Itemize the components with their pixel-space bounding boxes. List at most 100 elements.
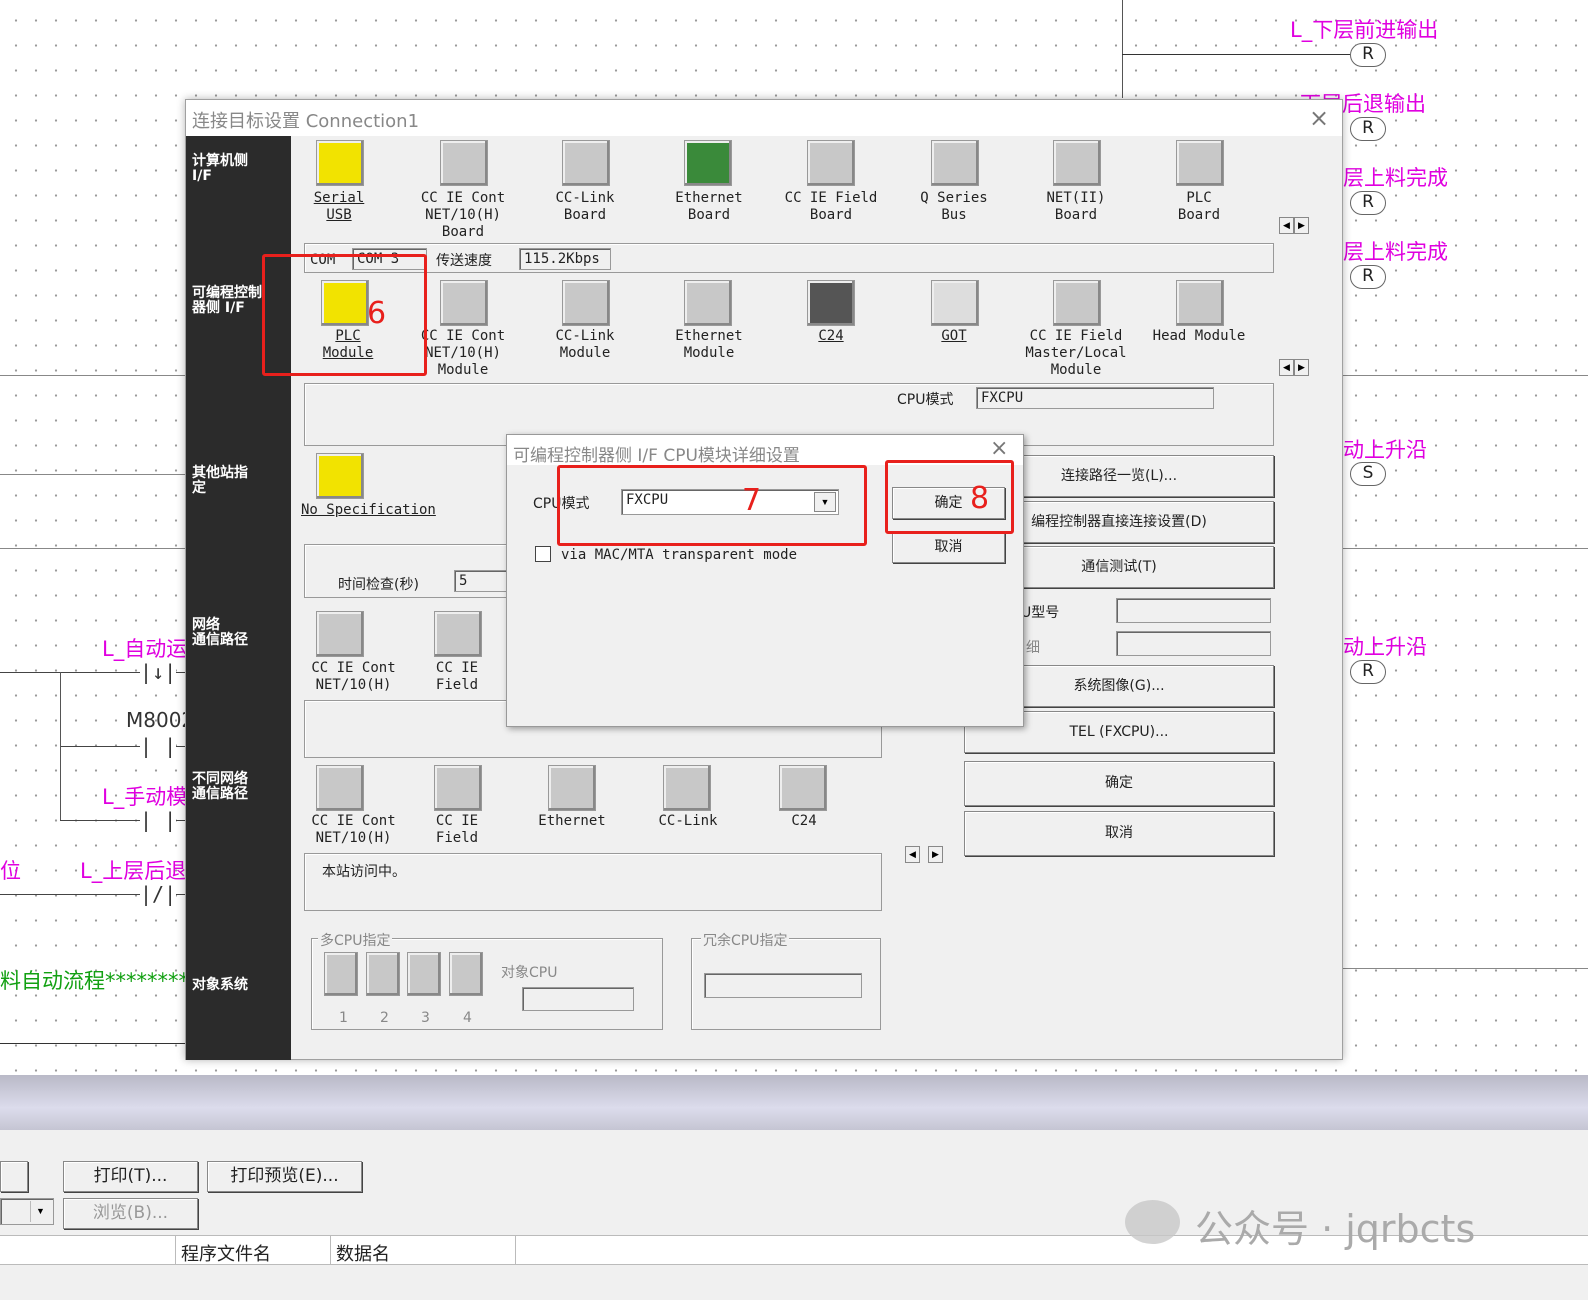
cc-link-module-icon[interactable] xyxy=(562,280,610,326)
icon-label: NET(II) Board xyxy=(1046,190,1106,223)
cc-link-board-icon[interactable] xyxy=(562,140,610,186)
icon-label: CC IE Cont NET/10(H) Board xyxy=(420,190,506,240)
scroll-right-icon[interactable]: ▶ xyxy=(1294,359,1309,376)
icon-label: Serial USB xyxy=(313,190,365,223)
cc-ie-field-diff-icon[interactable] xyxy=(434,765,482,811)
cc-ie-field-board-icon[interactable] xyxy=(807,140,855,186)
watermark: 公众号 · jqrbcts xyxy=(1195,1207,1476,1251)
cc-ie-cont-diff-icon[interactable] xyxy=(316,765,364,811)
print-button[interactable]: 打印(T)... xyxy=(63,1161,198,1192)
annotation-number: 6 xyxy=(367,296,387,331)
no-spec-icon[interactable] xyxy=(316,453,364,499)
c24-icon[interactable] xyxy=(807,280,855,326)
slot-number: 3 xyxy=(421,1010,430,1026)
cancel-button[interactable]: 取消 xyxy=(964,811,1274,856)
print-preview-button[interactable]: 打印预览(E)... xyxy=(207,1161,362,1192)
ok-button[interactable]: 确定 xyxy=(964,761,1274,806)
scroll-left-icon[interactable]: ◀ xyxy=(1279,359,1294,376)
scroll-left-icon[interactable]: ◀ xyxy=(1279,217,1294,234)
ethernet-module-icon[interactable] xyxy=(684,280,732,326)
dropdown-arrow-icon[interactable]: ▼ xyxy=(30,1201,50,1222)
scroll-right-icon[interactable]: ▶ xyxy=(1294,217,1309,234)
splitter-bar[interactable] xyxy=(0,1075,1588,1130)
detail-field xyxy=(1116,631,1271,656)
cc-link-diff-icon[interactable] xyxy=(663,765,711,811)
cpu-mode-label: CPU模式 xyxy=(897,392,954,408)
ethernet-board-icon[interactable] xyxy=(684,140,732,186)
browse-button[interactable]: 浏览(B)... xyxy=(63,1198,198,1229)
icon-label: Ethernet Module xyxy=(675,328,743,361)
cc-ie-field-module-icon[interactable] xyxy=(1053,280,1101,326)
contact-falling[interactable]: |↓| xyxy=(140,660,177,684)
contact[interactable]: | | xyxy=(140,734,177,758)
annotation-box xyxy=(557,465,867,546)
plc-board-icon[interactable] xyxy=(1176,140,1224,186)
dialog-title: 连接目标设置 Connection1 xyxy=(186,100,1342,136)
coil[interactable]: R xyxy=(1350,191,1386,215)
ladder-label: 位 xyxy=(0,859,21,883)
serial-usb-icon[interactable] xyxy=(316,140,364,186)
icon-label: GOT xyxy=(941,328,967,344)
target-cpu-field[interactable] xyxy=(522,987,634,1011)
c24-diff-icon[interactable] xyxy=(779,765,827,811)
scroll-left-icon[interactable]: ◀ xyxy=(905,846,920,863)
cpu-slot-icon[interactable] xyxy=(366,952,400,996)
icon-label: CC-Link Board xyxy=(555,190,615,223)
ladder-label: M8002 xyxy=(126,708,195,732)
close-icon[interactable]: × xyxy=(1309,104,1329,132)
ladder-label: L_自动运 xyxy=(102,637,188,661)
side-label-network-route: 网络 通信路径 xyxy=(192,617,248,648)
cc-ie-cont-board-icon[interactable] xyxy=(440,140,488,186)
contact-nc[interactable]: |/| xyxy=(140,882,177,906)
got-icon[interactable] xyxy=(931,280,979,326)
cpu-slot-icon[interactable] xyxy=(324,952,358,996)
column-divider xyxy=(515,1236,516,1264)
rung-line xyxy=(0,474,190,475)
cpu-mode-field[interactable]: FXCPU xyxy=(976,387,1214,409)
cpu-type-label: U型号 xyxy=(1021,605,1060,621)
cpu-type-field xyxy=(1116,598,1271,623)
icon-label: CC-Link Module xyxy=(555,328,615,361)
close-icon[interactable]: × xyxy=(990,436,1008,461)
q-series-bus-icon[interactable] xyxy=(931,140,979,186)
annotation-number: 7 xyxy=(742,483,762,518)
ladder-label: 层上料完成 xyxy=(1343,166,1448,190)
coil[interactable]: R xyxy=(1350,265,1386,289)
contact[interactable]: | | xyxy=(140,808,177,832)
scroll-right-icon[interactable]: ▶ xyxy=(928,846,943,863)
coil[interactable]: R xyxy=(1350,43,1386,67)
coil[interactable]: S xyxy=(1350,462,1386,486)
slot-number: 1 xyxy=(339,1010,348,1026)
coil[interactable]: R xyxy=(1350,117,1386,141)
sub-cancel-button[interactable]: 取消 xyxy=(892,531,1005,563)
ladder-comment: 料自动流程********* xyxy=(0,969,200,993)
side-label-pc-if: 计算机侧 I/F xyxy=(192,153,248,184)
column-program-file[interactable]: 程序文件名 xyxy=(181,1240,271,1266)
partial-button[interactable] xyxy=(0,1161,28,1192)
icon-label: Head Module xyxy=(1152,328,1246,344)
rung-line xyxy=(1122,54,1350,55)
icon-label: C24 xyxy=(818,328,844,344)
cc-ie-field-route-icon[interactable] xyxy=(434,611,482,657)
checkbox[interactable] xyxy=(535,546,551,562)
time-check-field[interactable]: 5 xyxy=(454,570,509,592)
column-data-name[interactable]: 数据名 xyxy=(336,1240,390,1266)
speed-field[interactable]: 115.2Kbps xyxy=(519,248,611,270)
side-label-plc-if: 可编程控制 器侧 I/F xyxy=(192,285,262,316)
ladder-label: 层上料完成 xyxy=(1343,240,1448,264)
speed-label: 传送速度 xyxy=(436,253,492,269)
ethernet-diff-icon[interactable] xyxy=(548,765,596,811)
rung-line xyxy=(1122,0,1123,98)
cc-ie-cont-module-icon[interactable] xyxy=(440,280,488,326)
head-module-icon[interactable] xyxy=(1176,280,1224,326)
icon-label: Q Series Bus xyxy=(920,190,988,223)
no-spec-label: No Specification xyxy=(301,502,436,518)
cc-ie-cont-route-icon[interactable] xyxy=(316,611,364,657)
redundant-cpu-select[interactable] xyxy=(704,973,862,998)
cpu-slot-icon[interactable] xyxy=(449,952,483,996)
net-ii-board-icon[interactable] xyxy=(1053,140,1101,186)
ladder-label: L_上层后退 xyxy=(80,859,187,883)
cpu-slot-icon[interactable] xyxy=(407,952,441,996)
coil[interactable]: R xyxy=(1350,660,1386,684)
multi-cpu-label: 多CPU指定 xyxy=(318,930,393,950)
